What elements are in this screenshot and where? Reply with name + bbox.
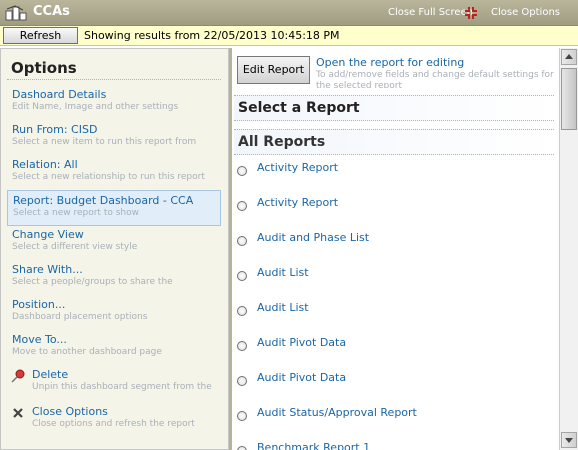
report-item[interactable]: Activity Report bbox=[232, 190, 552, 225]
radio-button[interactable] bbox=[237, 341, 247, 351]
window-title: CCAs bbox=[33, 4, 70, 19]
report-item[interactable]: Audit List bbox=[232, 260, 552, 295]
options-heading: Options bbox=[11, 59, 77, 77]
option-subtitle: Close options and refresh the report bbox=[32, 419, 195, 429]
option-title: Delete bbox=[32, 368, 69, 381]
option-position[interactable]: Position... Dashboard placement options bbox=[7, 295, 221, 331]
close-options-link[interactable]: Close Options bbox=[491, 7, 560, 18]
option-dashboard-details[interactable]: Dashoard Details Edit Name, Image and ot… bbox=[7, 85, 221, 121]
option-title: Change View bbox=[12, 228, 84, 241]
option-subtitle: Select a new report to show bbox=[13, 208, 139, 218]
close-icon bbox=[13, 408, 23, 418]
report-name: Audit and Phase List bbox=[257, 231, 370, 244]
scrollbar[interactable] bbox=[559, 48, 578, 450]
option-run-from[interactable]: Run From: CISD Select a new item to run … bbox=[7, 120, 221, 156]
option-move-to[interactable]: Move To... Move to another dashboard pag… bbox=[7, 330, 221, 366]
report-item[interactable]: Audit and Phase List bbox=[232, 225, 552, 260]
option-delete[interactable]: Delete Unpin this dashboard segment from… bbox=[7, 365, 221, 401]
report-name: Benchmark Report 1 bbox=[257, 441, 371, 450]
option-title: Dashoard Details bbox=[12, 88, 107, 101]
option-subtitle: Select a new item to run this report fro… bbox=[12, 137, 197, 147]
option-subtitle: Select a people/groups to share the bbox=[12, 277, 173, 287]
radio-button[interactable] bbox=[237, 201, 247, 211]
report-name: Audit Status/Approval Report bbox=[257, 406, 417, 419]
option-title: Close Options bbox=[32, 405, 108, 418]
option-subtitle: Unpin this dashboard segment from the bbox=[32, 382, 212, 392]
title-bar: CCAs Close Full Screen Close Options bbox=[0, 0, 578, 26]
radio-button[interactable] bbox=[237, 236, 247, 246]
app-icon bbox=[5, 5, 27, 21]
status-text: Showing results from 22/05/2013 10:45:18… bbox=[84, 29, 340, 42]
option-share-with[interactable]: Share With... Select a people/groups to … bbox=[7, 260, 221, 296]
report-item[interactable]: Audit List bbox=[232, 295, 552, 330]
option-subtitle: Dashboard placement options bbox=[12, 312, 148, 322]
option-relation[interactable]: Relation: All Select a new relationship … bbox=[7, 155, 221, 191]
radio-button[interactable] bbox=[237, 376, 247, 386]
option-title: Relation: All bbox=[12, 158, 78, 171]
scroll-up-button[interactable] bbox=[561, 49, 577, 65]
scroll-down-button[interactable] bbox=[561, 432, 577, 448]
option-title: Move To... bbox=[12, 333, 67, 346]
report-item[interactable]: Audit Status/Approval Report bbox=[232, 400, 552, 435]
option-subtitle: Edit Name, Image and other settings bbox=[12, 102, 179, 112]
section-title: All Reports bbox=[238, 134, 326, 150]
arrow-down-icon bbox=[565, 438, 573, 443]
report-name: Activity Report bbox=[257, 161, 339, 174]
report-item[interactable]: Audit Pivot Data bbox=[232, 365, 552, 400]
edit-report-title[interactable]: Open the report for editing bbox=[316, 56, 464, 69]
option-title: Run From: CISD bbox=[12, 123, 98, 136]
report-name: Audit Pivot Data bbox=[257, 371, 347, 384]
option-title: Report: Budget Dashboard - CCA bbox=[13, 194, 194, 207]
radio-button[interactable] bbox=[237, 166, 247, 176]
options-panel: Options Dashoard Details Edit Name, Imag… bbox=[0, 48, 229, 450]
report-item[interactable]: Audit Pivot Data bbox=[232, 330, 552, 365]
all-reports-heading: All Reports bbox=[234, 129, 554, 155]
divider bbox=[7, 79, 221, 80]
scroll-thumb[interactable] bbox=[561, 68, 577, 130]
option-report[interactable]: Report: Budget Dashboard - CCA Select a … bbox=[7, 190, 221, 226]
report-name: Audit List bbox=[257, 301, 309, 314]
close-full-screen-link[interactable]: Close Full Screen bbox=[388, 7, 473, 18]
option-subtitle: Select a new relationship to run this re… bbox=[12, 172, 205, 182]
option-title: Share With... bbox=[12, 263, 83, 276]
option-subtitle: Select a different view style bbox=[12, 242, 138, 252]
radio-button[interactable] bbox=[237, 306, 247, 316]
radio-button[interactable] bbox=[237, 446, 247, 450]
exit-fullscreen-icon[interactable] bbox=[464, 6, 478, 20]
radio-button[interactable] bbox=[237, 271, 247, 281]
refresh-button[interactable]: Refresh bbox=[3, 27, 78, 44]
option-title: Position... bbox=[12, 298, 66, 311]
radio-button[interactable] bbox=[237, 411, 247, 421]
report-item[interactable]: Activity Report bbox=[232, 155, 552, 190]
toolbar: Refresh Showing results from 22/05/2013 … bbox=[0, 26, 578, 46]
pushpin-icon bbox=[11, 369, 25, 383]
report-panel: Edit Report Open the report for editing … bbox=[232, 48, 558, 450]
section-title: Select a Report bbox=[238, 100, 360, 116]
report-name: Audit Pivot Data bbox=[257, 336, 347, 349]
option-change-view[interactable]: Change View Select a different view styl… bbox=[7, 225, 221, 261]
edit-report-button[interactable]: Edit Report bbox=[237, 56, 310, 84]
select-report-heading: Select a Report bbox=[234, 95, 554, 121]
report-name: Activity Report bbox=[257, 196, 339, 209]
report-name: Audit List bbox=[257, 266, 309, 279]
arrow-up-icon bbox=[565, 54, 573, 59]
edit-report-description: To add/remove fields and change default … bbox=[316, 70, 554, 88]
option-close-options[interactable]: Close Options Close options and refresh … bbox=[7, 402, 221, 438]
report-item[interactable]: Benchmark Report 1 bbox=[232, 435, 552, 450]
option-subtitle: Move to another dashboard page bbox=[12, 347, 162, 357]
